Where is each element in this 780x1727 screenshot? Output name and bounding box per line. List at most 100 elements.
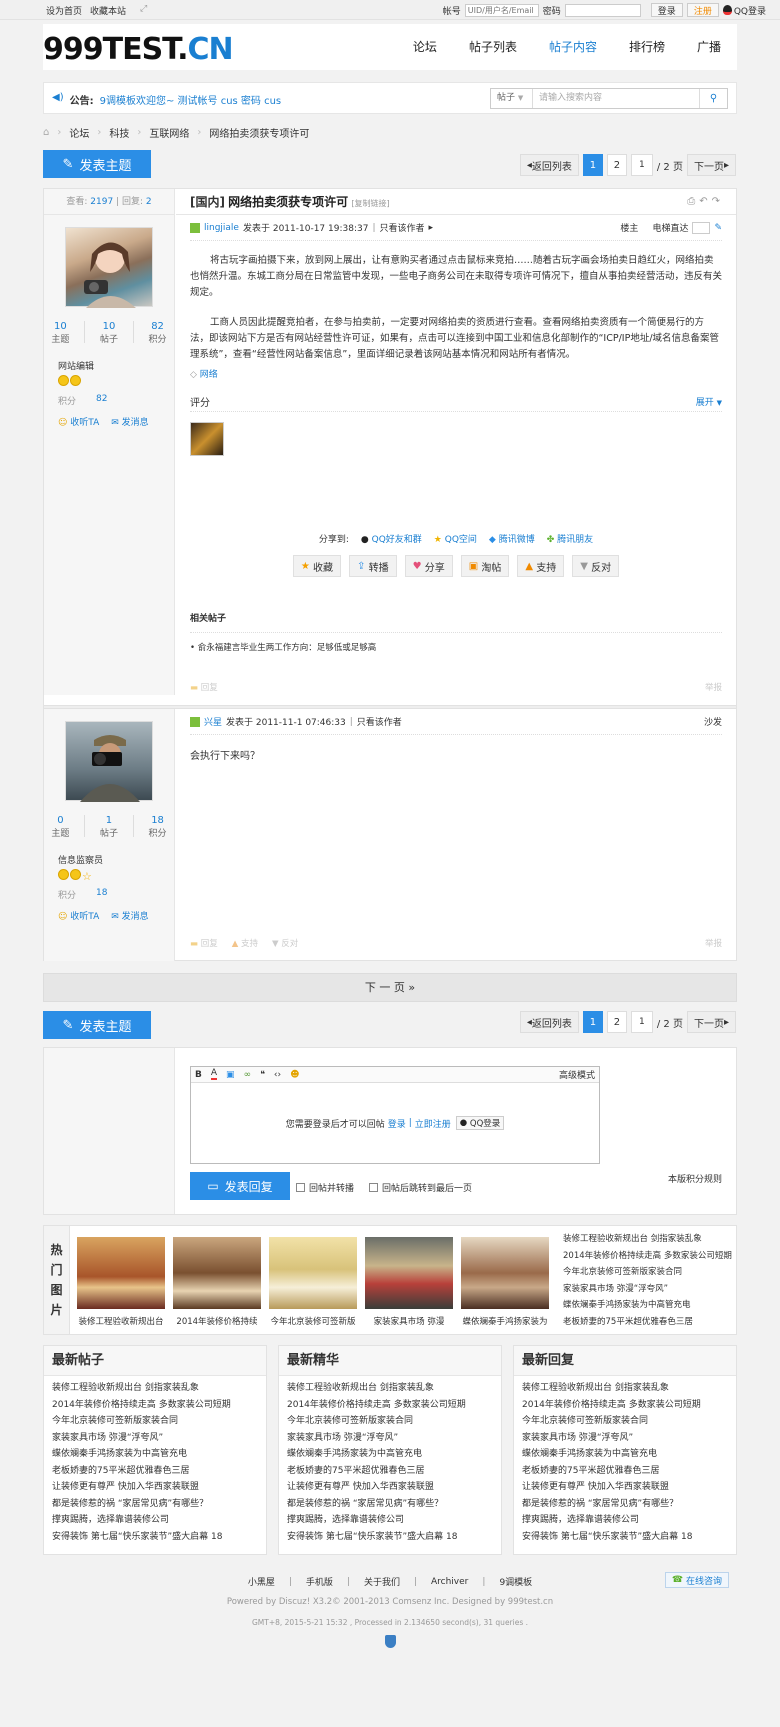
reply-button[interactable]: ▬ 回复 bbox=[190, 681, 218, 693]
list-item[interactable]: 安得装饰 第七届“快乐家装节”盛大启幕 18 bbox=[52, 1529, 266, 1546]
submit-reply-button[interactable]: ▭ 发表回复 bbox=[190, 1172, 290, 1200]
list-item[interactable]: 装修工程验收新规出台 剑指家装乱象 bbox=[522, 1380, 736, 1397]
list-item[interactable]: 家装家具市场 弥漫“浮夸风” bbox=[522, 1430, 736, 1447]
checkbox[interactable] bbox=[369, 1183, 378, 1192]
page-2-button[interactable]: 2 bbox=[606, 154, 627, 176]
post-new-button-bottom[interactable]: ✎ 发表主题 bbox=[43, 1011, 151, 1039]
reply-button[interactable]: ▬ 回复 bbox=[190, 937, 218, 949]
footer-link-about[interactable]: 关于我们 bbox=[364, 1575, 400, 1588]
list-item[interactable]: 今年北京装修可签新版家装合同 bbox=[522, 1413, 736, 1430]
gallery-photo[interactable] bbox=[77, 1237, 165, 1309]
font-color-icon[interactable]: A bbox=[210, 1069, 218, 1080]
list-item[interactable]: 让装修更有尊严 快加入华西家装联盟 bbox=[287, 1479, 501, 1496]
report-link[interactable]: 举报 bbox=[705, 937, 722, 949]
share-qzone[interactable]: ★ QQ空间 bbox=[434, 532, 477, 545]
points-rules-link[interactable]: 本版积分规则 bbox=[668, 1172, 722, 1185]
list-item[interactable]: 2014年装修价格持续走高 多数家装公司短期 bbox=[287, 1397, 501, 1414]
list-item[interactable]: 家装家具市场 弥漫“浮夸风” bbox=[287, 1430, 501, 1447]
editor-register-link[interactable]: 立即注册 bbox=[415, 1117, 451, 1130]
list-item[interactable]: 让装修更有尊严 快加入华西家装联盟 bbox=[522, 1479, 736, 1496]
share-tencent-pengyou[interactable]: ✤ 腾讯朋友 bbox=[547, 532, 593, 545]
message-button[interactable]: ✉ 发消息 bbox=[111, 909, 148, 922]
list-item[interactable]: 撑爽踢腾，选择靠谱装修公司 bbox=[52, 1512, 266, 1529]
list-item[interactable]: 2014年装修价格持续走高 多数家装公司短期 bbox=[522, 1397, 736, 1414]
footer-link-archiver[interactable]: Archiver bbox=[431, 1577, 468, 1587]
advanced-mode-link[interactable]: 高级模式 bbox=[559, 1068, 595, 1081]
floor-jump-input[interactable] bbox=[692, 221, 711, 234]
qq-login-button[interactable]: QQ登录 bbox=[722, 4, 766, 17]
gallery-photo[interactable] bbox=[269, 1237, 357, 1309]
gallery-caption[interactable]: 家装家具市场 弥漫 bbox=[365, 1315, 453, 1327]
list-item[interactable]: 撑爽踢腾，选择靠谱装修公司 bbox=[522, 1512, 736, 1529]
smiley-icon[interactable]: ☻ bbox=[290, 1070, 299, 1080]
gallery-list-item[interactable]: 老板娇妻的75平米超优雅春色三居 bbox=[563, 1314, 735, 1331]
list-item[interactable]: 都是装修惹的祸 “家居常见病”有哪些？ bbox=[287, 1496, 501, 1513]
list-item[interactable]: 装修工程验收新规出台 剑指家装乱象 bbox=[287, 1380, 501, 1397]
gallery-list-item[interactable]: 装修工程验收新规出台 剑指家装乱象 bbox=[563, 1231, 735, 1248]
avatar[interactable] bbox=[65, 721, 153, 802]
list-item[interactable]: 老板娇妻的75平米超优雅春色三居 bbox=[522, 1463, 736, 1480]
code-icon[interactable]: ‹› bbox=[274, 1070, 281, 1080]
page-1-button[interactable]: 1 bbox=[582, 1011, 603, 1033]
list-item[interactable]: 今年北京装修可签新版家装合同 bbox=[52, 1413, 266, 1430]
crumb-forum[interactable]: 论坛 bbox=[69, 125, 89, 140]
share-button[interactable]: ♥ 分享 bbox=[404, 555, 453, 577]
page-2-button[interactable]: 2 bbox=[606, 1011, 627, 1033]
crumb-thread[interactable]: 网络拍卖须获专项许可 bbox=[209, 125, 309, 140]
expand-rating-link[interactable]: 展开 ▼ bbox=[696, 395, 722, 408]
account-input[interactable] bbox=[464, 3, 539, 17]
repost-button[interactable]: ⇪ 转播 bbox=[349, 555, 397, 577]
stat-points[interactable]: 18 积分 bbox=[149, 815, 167, 839]
tag-link[interactable]: 网络 bbox=[200, 370, 218, 380]
nav-broadcast[interactable]: 广播 bbox=[681, 24, 737, 70]
nav-thread-content[interactable]: 帖子内容 bbox=[533, 24, 613, 70]
list-item[interactable]: 2014年装修价格持续走高 多数家装公司短期 bbox=[52, 1397, 266, 1414]
footer-link-blacklist[interactable]: 小黑屋 bbox=[248, 1575, 275, 1588]
follow-button[interactable]: ☺ 收听TA bbox=[58, 909, 99, 922]
page-1-button[interactable]: 1 bbox=[582, 154, 603, 176]
search-button[interactable]: ⚲ bbox=[699, 89, 727, 108]
prev-thread-icon[interactable]: ↶ bbox=[699, 196, 711, 207]
list-item[interactable]: 蝶依斓秦手鸿扬家装为中高管充电 bbox=[287, 1446, 501, 1463]
report-link[interactable]: 举报 bbox=[705, 681, 722, 693]
back-to-list-button[interactable]: ◂ 返回列表 bbox=[519, 1011, 579, 1033]
password-input[interactable] bbox=[564, 3, 641, 17]
only-author-link[interactable]: 只看该作者 bbox=[357, 715, 402, 728]
gallery-photo[interactable] bbox=[461, 1237, 549, 1309]
user-group[interactable]: 网站编辑 bbox=[58, 359, 174, 372]
avatar[interactable] bbox=[65, 227, 153, 308]
post-author-link[interactable]: lingjiale bbox=[204, 223, 239, 233]
bold-icon[interactable]: B bbox=[195, 1070, 202, 1080]
gallery-caption[interactable]: 蝶依斓秦手鸿扬家装为 bbox=[461, 1315, 549, 1327]
share-qq-friends[interactable]: ● QQ好友和群 bbox=[361, 532, 422, 545]
list-item[interactable]: 装修工程验收新规出台 剑指家装乱象 bbox=[52, 1380, 266, 1397]
editor-qq-login[interactable]: ● QQ登录 bbox=[455, 1116, 505, 1130]
collect-button[interactable]: ▣ 淘帖 bbox=[460, 555, 510, 577]
support-button[interactable]: ▲ 支持 bbox=[232, 937, 258, 949]
nav-thread-list[interactable]: 帖子列表 bbox=[453, 24, 533, 70]
support-button[interactable]: ▲ 支持 bbox=[517, 555, 565, 577]
message-button[interactable]: ✉ 发消息 bbox=[111, 415, 148, 428]
post-author-link[interactable]: 兴星 bbox=[204, 715, 222, 728]
list-item[interactable]: 撑爽踢腾，选择靠谱装修公司 bbox=[287, 1512, 501, 1529]
pen-icon[interactable]: ✎ bbox=[714, 223, 722, 233]
stat-threads[interactable]: 10 主题 bbox=[51, 321, 69, 345]
stat-threads[interactable]: 0 主题 bbox=[51, 815, 69, 839]
stat-posts[interactable]: 10 帖子 bbox=[100, 321, 118, 345]
notice-text[interactable]: 9调模板欢迎您~ 测试帐号 cus 密码 cus bbox=[100, 92, 282, 107]
list-item[interactable]: 安得装饰 第七届“快乐家装节”盛大启幕 18 bbox=[287, 1529, 501, 1546]
set-home-link[interactable]: 设为首页 bbox=[46, 4, 82, 17]
print-icon[interactable]: ⎙ bbox=[687, 196, 699, 207]
list-item[interactable]: 都是装修惹的祸 “家居常见病”有哪些？ bbox=[522, 1496, 736, 1513]
link-icon[interactable]: ∞ bbox=[244, 1070, 252, 1080]
image-icon[interactable]: ▣ bbox=[226, 1070, 235, 1080]
next-page-bar[interactable]: 下 一 页 » bbox=[43, 973, 737, 1002]
gallery-photo[interactable] bbox=[173, 1237, 261, 1309]
list-item[interactable]: 家装家具市场 弥漫“浮夸风” bbox=[52, 1430, 266, 1447]
gallery-list-item[interactable]: 今年北京装修可签新版家装合同 bbox=[563, 1264, 735, 1281]
list-item[interactable]: 都是装修惹的祸 “家居常见病”有哪些？ bbox=[52, 1496, 266, 1513]
next-page-button[interactable]: 下一页 ▸ bbox=[686, 1011, 736, 1033]
list-item[interactable]: 蝶依斓秦手鸿扬家装为中高管充电 bbox=[522, 1446, 736, 1463]
share-tencent-weibo[interactable]: ◆ 腾讯微博 bbox=[489, 532, 535, 545]
back-to-list-button[interactable]: ◂ 返回列表 bbox=[519, 154, 579, 176]
